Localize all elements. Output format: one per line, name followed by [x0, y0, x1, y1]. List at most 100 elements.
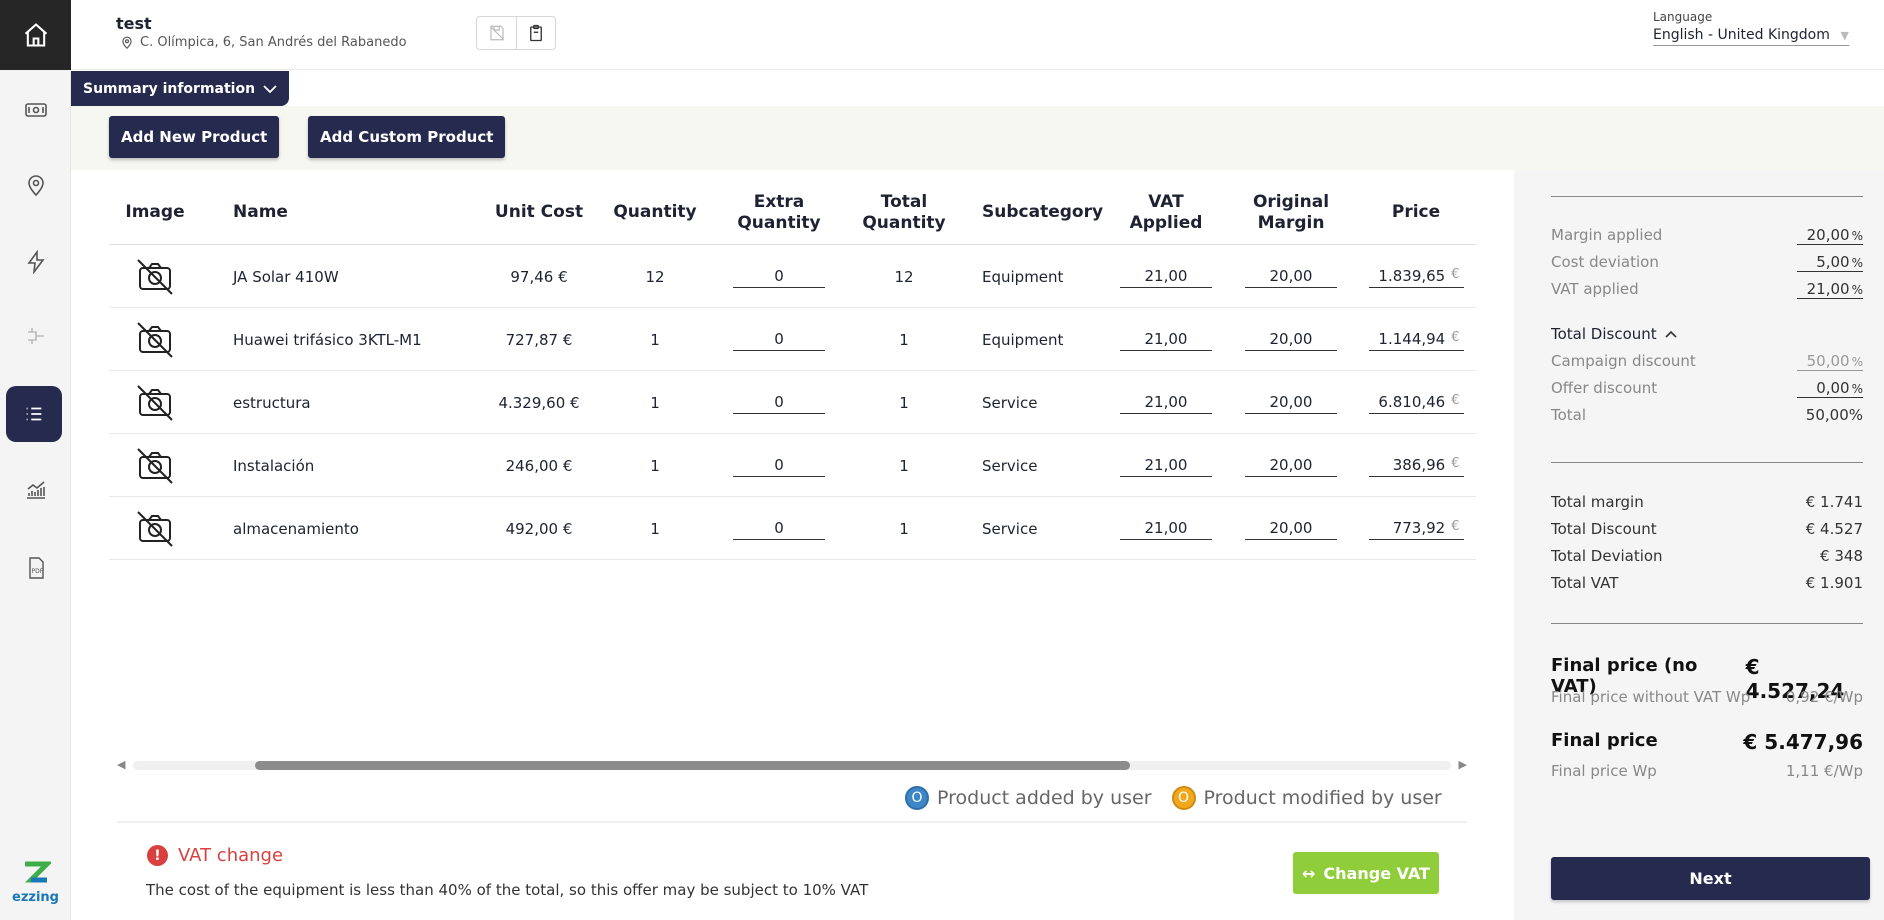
language-selector[interactable]: Language English - United Kingdom ▼ [1653, 10, 1849, 46]
total-vat-label: Total VAT [1551, 574, 1619, 592]
summary-information-button[interactable]: Summary information [71, 71, 290, 106]
toolbar-group [476, 16, 556, 50]
ezzing-logo-icon [24, 861, 53, 883]
vat-change-description: The cost of the equipment is less than 4… [146, 881, 869, 899]
col-vat-applied: VAT Applied [1116, 192, 1216, 234]
save-button[interactable] [477, 17, 516, 49]
col-extra-quantity-line1: Extra [753, 192, 805, 212]
change-vat-button[interactable]: ↔ Change VAT [1293, 852, 1439, 894]
extra-quantity-cell: 0 [729, 435, 829, 497]
products-table: Image Name Unit Cost Quantity Extra Quan… [109, 170, 1476, 560]
extra-quantity-input[interactable]: 0 [733, 267, 825, 288]
change-vat-label: Change VAT [1323, 863, 1430, 883]
nav-installation[interactable] [0, 308, 71, 364]
percent-symbol: % [1851, 355, 1863, 369]
final-price-novat-wp-row: Final price without VAT Wp 0,92 €/Wp [1551, 688, 1863, 706]
vat-input[interactable]: 21,00 [1120, 393, 1212, 414]
cost-deviation-input[interactable]: 5,00% [1797, 253, 1863, 272]
no-image-icon [137, 448, 173, 484]
nav-budget[interactable] [0, 82, 71, 138]
subcategory: Equipment [982, 268, 1064, 286]
action-bar: Add New Product Add Custom Product [71, 106, 1884, 170]
scroll-right-icon[interactable]: ▶ [1455, 758, 1467, 772]
vat-input[interactable]: 21,00 [1120, 456, 1212, 477]
product-image [109, 372, 201, 434]
total-quantity: 12 [894, 268, 914, 286]
extra-quantity-input[interactable]: 0 [733, 330, 825, 351]
total-discount-header: Total Discount [1551, 325, 1657, 343]
logo-text: ezzing [12, 890, 59, 905]
nav-energy[interactable] [0, 234, 71, 290]
vat-applied-input[interactable]: 21,00% [1797, 280, 1863, 299]
margin-input[interactable]: 20,00 [1245, 393, 1337, 414]
legend-modified-label: Product modified by user [1203, 787, 1442, 809]
quantity: 12 [645, 268, 665, 286]
price-input[interactable]: 386,96 € [1368, 455, 1464, 477]
table-header: Image Name Unit Cost Quantity Extra Quan… [109, 170, 1476, 245]
home-button[interactable] [0, 0, 71, 70]
alert-icon: ! [147, 845, 168, 866]
unit-cost: 4.329,60 € [498, 394, 580, 412]
offer-discount-input[interactable]: 0,00% [1797, 379, 1863, 398]
col-quantity: Quantity [613, 202, 697, 222]
language-dropdown[interactable]: English - United Kingdom ▼ [1653, 27, 1849, 46]
price-input[interactable]: 1.144,94 € [1368, 329, 1464, 351]
no-image-icon [137, 322, 173, 358]
vat-change-title: ! VAT change [147, 845, 283, 866]
nav-location[interactable] [0, 158, 71, 214]
home-icon [24, 23, 47, 47]
add-new-product-button[interactable]: Add New Product [109, 116, 280, 158]
table-row: estructura 4.329,60 € 1 0 1 Service 21,0… [109, 372, 1476, 434]
campaign-discount-input: 50,00% [1797, 352, 1863, 371]
percent-symbol: % [1851, 283, 1863, 297]
scroll-left-icon[interactable]: ◀ [117, 758, 129, 772]
final-price-label: Final price [1551, 730, 1658, 751]
scroll-thumb[interactable] [255, 761, 1130, 770]
total-vat-row: Total VAT € 1.901 [1551, 574, 1863, 592]
language-value: English - United Kingdom [1653, 27, 1830, 43]
margin-applied-input[interactable]: 20,00% [1797, 226, 1863, 245]
price-input[interactable]: 773,92 € [1368, 519, 1464, 540]
subcategory: Service [982, 394, 1038, 412]
margin-input[interactable]: 20,00 [1245, 519, 1337, 540]
total-discount-toggle[interactable]: Total Discount [1551, 325, 1677, 343]
divider [1551, 623, 1863, 624]
nav-analytics[interactable] [0, 462, 71, 518]
vat-cell: 21,00 [1116, 435, 1216, 497]
table-horizontal-scrollbar[interactable]: ◀ ▶ [117, 758, 1467, 772]
nav-products[interactable] [6, 386, 62, 442]
currency-symbol: € [1451, 329, 1460, 345]
margin-input[interactable]: 20,00 [1245, 267, 1337, 288]
clipboard-button[interactable] [516, 17, 555, 49]
extra-quantity-input[interactable]: 0 [733, 393, 825, 414]
product-legend: O Product added by user O Product modifi… [905, 786, 1442, 810]
margin-input[interactable]: 20,00 [1245, 456, 1337, 477]
margin-applied-value: 20,00 [1806, 226, 1850, 244]
col-image: Image [125, 202, 185, 222]
next-button[interactable]: Next [1551, 857, 1870, 900]
vat-input[interactable]: 21,00 [1120, 519, 1212, 540]
margin-cell: 20,00 [1241, 498, 1341, 560]
price-input[interactable]: 6.810,46 € [1368, 393, 1464, 414]
product-name: JA Solar 410W [233, 268, 339, 286]
price-input[interactable]: 1.839,65 € [1368, 266, 1464, 288]
table-row: JA Solar 410W 97,46 € 12 0 12 Equipment … [109, 246, 1476, 308]
extra-quantity-input[interactable]: 0 [733, 456, 825, 477]
quantity: 1 [650, 457, 660, 475]
final-price-wp-row: Final price Wp 1,11 €/Wp [1551, 762, 1863, 780]
vat-cell: 21,00 [1116, 309, 1216, 371]
total-discount-value: € 4.527 [1805, 520, 1863, 538]
extra-quantity-input[interactable]: 0 [733, 519, 825, 540]
nav-pdf[interactable]: PDF [0, 540, 71, 596]
currency-symbol: € [1451, 266, 1460, 282]
vat-input[interactable]: 21,00 [1120, 330, 1212, 351]
extra-quantity-cell: 0 [729, 372, 829, 434]
margin-input[interactable]: 20,00 [1245, 330, 1337, 351]
add-custom-product-button[interactable]: Add Custom Product [308, 116, 506, 158]
legend-modified: O Product modified by user [1171, 786, 1442, 810]
extra-quantity-cell: 0 [729, 309, 829, 371]
quantity: 1 [650, 394, 660, 412]
campaign-discount-label: Campaign discount [1551, 352, 1696, 370]
vat-input[interactable]: 21,00 [1120, 267, 1212, 288]
price-value: 386,96 [1392, 455, 1446, 474]
